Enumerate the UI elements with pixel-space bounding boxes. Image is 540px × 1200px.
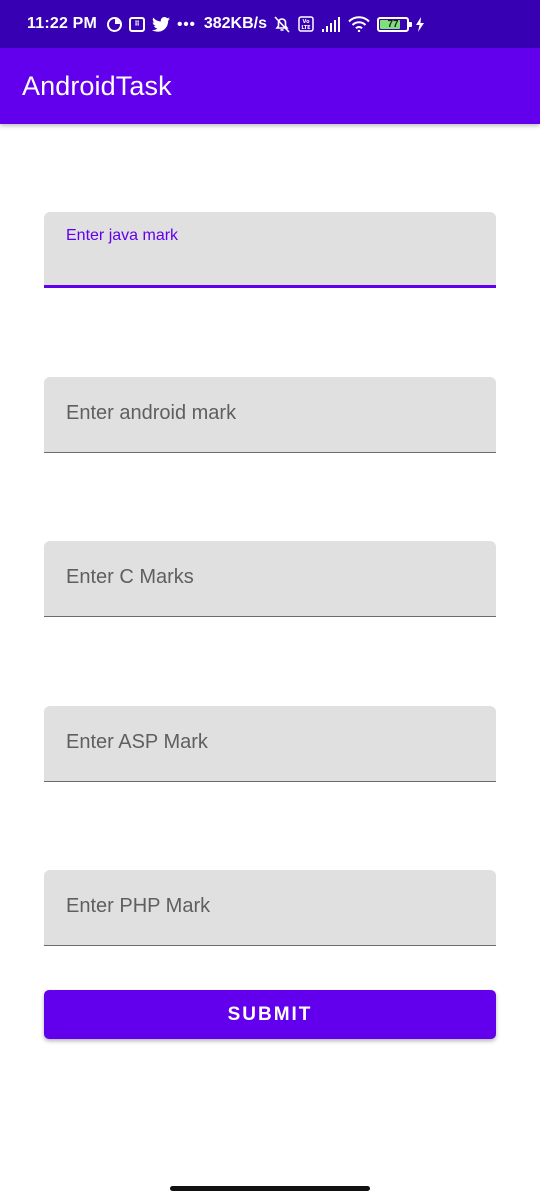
mute-icon [273, 15, 291, 33]
twitter-icon [152, 16, 171, 32]
php-mark-field[interactable]: Enter PHP Mark [44, 870, 496, 946]
status-bar: 11:22 PM ⠿ ••• 382KB/s Vo LTE 77 [0, 0, 540, 48]
signal-icon [321, 16, 341, 32]
java-mark-input[interactable] [66, 249, 480, 275]
charging-icon [415, 16, 425, 32]
volte-icon: Vo LTE [298, 16, 314, 32]
java-mark-field[interactable]: Enter java mark [44, 212, 496, 288]
asp-mark-placeholder: Enter ASP Mark [66, 731, 208, 753]
battery-level: 77 [387, 18, 399, 30]
more-dots-icon: ••• [177, 15, 196, 33]
c-marks-placeholder: Enter C Marks [66, 566, 194, 588]
battery-icon: 77 [377, 16, 413, 32]
android-mark-placeholder: Enter android mark [66, 402, 237, 424]
java-mark-label: Enter java mark [66, 227, 179, 244]
network-speed: 382KB/s [203, 15, 268, 32]
android-mark-field[interactable]: Enter android mark [44, 377, 496, 453]
home-indicator[interactable] [170, 1186, 370, 1191]
status-time: 11:22 PM [27, 15, 98, 32]
asp-mark-field[interactable]: Enter ASP Mark [44, 706, 496, 782]
circle-status-icon [107, 16, 123, 32]
php-mark-placeholder: Enter PHP Mark [66, 895, 211, 917]
svg-text:LTE: LTE [301, 25, 311, 31]
wifi-icon [348, 16, 370, 32]
grid-app-icon: ⠿ [129, 16, 146, 32]
app-bar: AndroidTask [0, 48, 540, 124]
app-title: AndroidTask [22, 70, 172, 101]
submit-button[interactable]: SUBMIT [44, 990, 496, 1039]
c-marks-field[interactable]: Enter C Marks [44, 541, 496, 617]
